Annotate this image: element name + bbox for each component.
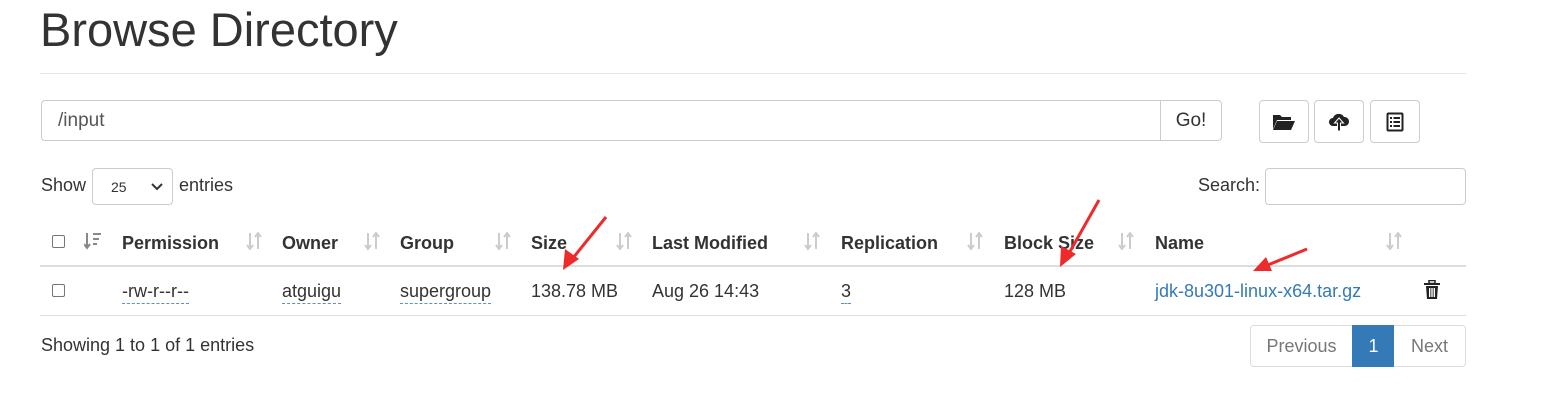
list-alt-icon bbox=[1386, 112, 1404, 131]
search-input[interactable] bbox=[1265, 168, 1466, 205]
page-length-select[interactable]: 25 bbox=[92, 168, 173, 205]
table-row-divider bbox=[40, 315, 1466, 316]
row-select-checkbox[interactable] bbox=[52, 284, 65, 297]
sort-both-icon[interactable] bbox=[966, 231, 984, 251]
current-page-button[interactable]: 1 bbox=[1352, 325, 1395, 367]
path-input[interactable] bbox=[41, 100, 1161, 141]
create-directory-button[interactable] bbox=[1259, 100, 1309, 143]
column-header-permission[interactable]: Permission bbox=[122, 233, 219, 254]
table-info: Showing 1 to 1 of 1 entries bbox=[41, 335, 255, 355]
path-bar: Go! bbox=[41, 100, 1222, 143]
next-page-button[interactable]: Next bbox=[1394, 325, 1466, 367]
page-title: Browse Directory bbox=[40, 3, 398, 56]
sort-both-icon[interactable] bbox=[494, 231, 512, 251]
column-header-group[interactable]: Group bbox=[400, 233, 454, 254]
sort-both-icon[interactable] bbox=[1117, 231, 1135, 251]
column-header-last-modified[interactable]: Last Modified bbox=[652, 233, 768, 254]
cell-permission[interactable]: -rw-r--r-- bbox=[122, 281, 189, 304]
go-button[interactable]: Go! bbox=[1160, 100, 1222, 141]
cell-group[interactable]: supergroup bbox=[400, 281, 492, 304]
arrow-to-name bbox=[1267, 247, 1308, 267]
column-header-size[interactable]: Size bbox=[531, 233, 567, 254]
folder-open-icon bbox=[1273, 114, 1295, 130]
sort-both-icon[interactable] bbox=[245, 231, 263, 251]
cell-size: 138.78 MB bbox=[531, 281, 619, 301]
cell-owner[interactable]: atguigu bbox=[282, 281, 342, 304]
sort-both-icon[interactable] bbox=[1385, 231, 1403, 251]
cell-block-size: 128 MB bbox=[1004, 281, 1067, 301]
page-length-value: 25 bbox=[111, 178, 127, 195]
upload-files-button[interactable] bbox=[1314, 100, 1364, 143]
arrow-to-size bbox=[571, 216, 608, 259]
column-header-owner[interactable]: Owner bbox=[282, 233, 338, 254]
cloud-upload-icon bbox=[1329, 113, 1350, 131]
sort-both-icon[interactable] bbox=[615, 231, 633, 251]
sort-both-icon[interactable] bbox=[363, 231, 381, 251]
cell-last-modified: Aug 26 14:43 bbox=[652, 281, 760, 301]
cell-name-link[interactable]: jdk-8u301-linux-x64.tar.gz bbox=[1155, 281, 1361, 302]
cell-replication[interactable]: 3 bbox=[841, 281, 852, 304]
cut-paste-button[interactable] bbox=[1370, 100, 1420, 143]
column-header-name[interactable]: Name bbox=[1155, 233, 1204, 254]
sort-both-icon[interactable] bbox=[803, 231, 821, 251]
trash-icon[interactable] bbox=[1423, 280, 1441, 300]
sort-desc-icon[interactable] bbox=[84, 231, 102, 251]
show-label: Show bbox=[41, 175, 87, 195]
table-header-divider bbox=[40, 265, 1466, 267]
arrow-to-name-head bbox=[1253, 257, 1272, 271]
title-divider bbox=[40, 73, 1466, 74]
chevron-down-icon bbox=[151, 183, 163, 191]
select-all-checkbox[interactable] bbox=[52, 235, 65, 248]
column-header-block-size[interactable]: Block Size bbox=[1004, 233, 1094, 254]
previous-page-button[interactable]: Previous bbox=[1250, 325, 1353, 367]
column-header-replication[interactable]: Replication bbox=[841, 233, 938, 254]
search-label: Search: bbox=[1198, 175, 1261, 195]
entries-label: entries bbox=[179, 175, 234, 195]
